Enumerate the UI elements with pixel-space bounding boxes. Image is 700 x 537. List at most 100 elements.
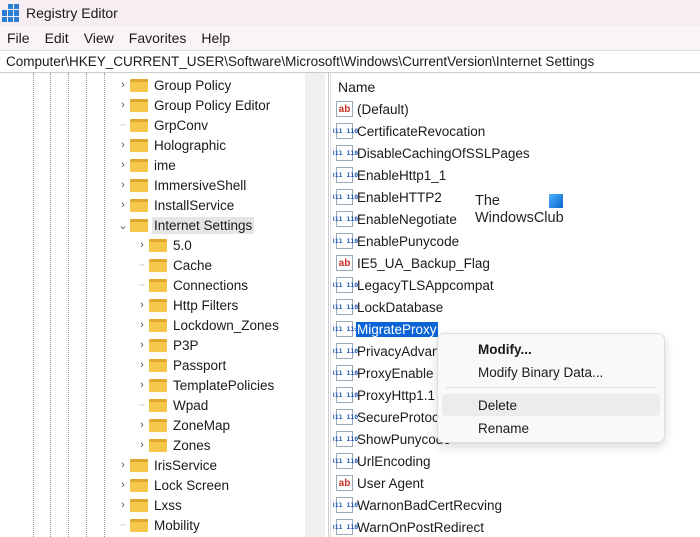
chevron-right-icon[interactable]: › — [118, 479, 128, 491]
chevron-right-icon[interactable]: › — [137, 439, 147, 451]
value-row[interactable]: ab User Agent — [336, 473, 425, 493]
tree-item[interactable]: ⌄ Internet Settings — [118, 215, 255, 235]
tree-item[interactable]: › InstallService — [118, 195, 236, 215]
value-row[interactable]: 011 110 EnablePunycode — [333, 231, 460, 251]
chevron-right-icon[interactable]: › — [118, 499, 128, 511]
value-row[interactable]: 011 110 MigrateProxy — [333, 319, 439, 339]
chevron-right-icon[interactable]: › — [137, 339, 147, 351]
tree-item[interactable]: › Group Policy Editor — [118, 95, 272, 115]
chevron-right-icon[interactable]: › — [137, 359, 147, 371]
menu-item-modify[interactable]: Modify... — [442, 338, 660, 360]
tree-item-label: Lxss — [154, 497, 182, 513]
folder-icon — [149, 258, 167, 272]
tree-item[interactable]: › ZoneMap — [137, 415, 232, 435]
value-name: WarnOnPostRedirect — [357, 519, 485, 535]
tree-item[interactable]: › Lockdown_Zones — [137, 315, 281, 335]
value-name: ProxyHttp1.1 — [357, 387, 436, 403]
value-row[interactable]: 011 110 EnableHTTP2 — [333, 187, 443, 207]
tree-item[interactable]: ┄ Cache — [137, 255, 214, 275]
binary-value-icon: 011 110 — [333, 321, 358, 337]
tree-item[interactable]: ┄ GrpConv — [118, 115, 210, 135]
menu-item-modify-binary-data[interactable]: Modify Binary Data... — [442, 361, 660, 383]
menu-help[interactable]: Help — [201, 30, 230, 46]
tree-item[interactable]: › ime — [118, 155, 178, 175]
watermark-line2: WindowsClub — [475, 210, 564, 226]
chevron-right-icon[interactable]: › — [118, 139, 128, 151]
tree-item[interactable]: › Passport — [137, 355, 228, 375]
chevron-right-icon[interactable]: › — [137, 379, 147, 391]
tree-item[interactable]: › Lxss — [118, 495, 184, 515]
value-name: LockDatabase — [357, 299, 444, 315]
value-row[interactable]: 011 110 DisableCachingOfSSLPages — [333, 143, 531, 163]
folder-icon — [130, 78, 148, 92]
tree-item-label: Group Policy — [154, 77, 232, 93]
tree-item[interactable]: ┄ Mobility — [118, 515, 202, 535]
tree-item[interactable]: › P3P — [137, 335, 201, 355]
chevron-right-icon[interactable]: › — [137, 419, 147, 431]
chevron-right-icon[interactable]: › — [118, 99, 128, 111]
tree-item-label: P3P — [173, 337, 199, 353]
value-row[interactable]: 011 110 CertificateRevocation — [333, 121, 486, 141]
column-header-name[interactable]: Name — [338, 79, 375, 95]
menu-favorites[interactable]: Favorites — [129, 30, 187, 46]
chevron-right-icon[interactable]: › — [118, 179, 128, 191]
tree-item[interactable]: › Holographic — [118, 135, 228, 155]
binary-value-icon: 011 110 — [333, 497, 358, 513]
folder-icon — [130, 158, 148, 172]
value-row[interactable]: 011 110 UrlEncoding — [333, 451, 432, 471]
tree-item[interactable]: › Group Policy — [118, 75, 233, 95]
binary-value-icon: 011 110 — [333, 123, 358, 139]
menu-item-delete[interactable]: Delete — [442, 394, 660, 416]
folder-icon — [149, 378, 167, 392]
folder-icon — [130, 518, 148, 532]
chevron-right-icon[interactable]: › — [118, 159, 128, 171]
chevron-down-icon[interactable]: ⌄ — [118, 219, 128, 232]
value-row[interactable]: 011 110 EnableNegotiate — [333, 209, 458, 229]
chevron-right-icon[interactable]: › — [118, 199, 128, 211]
value-row[interactable]: ab IE5_UA_Backup_Flag — [336, 253, 491, 273]
tree-scrollbar[interactable] — [305, 73, 325, 537]
chevron-right-icon[interactable]: › — [137, 299, 147, 311]
menu-edit[interactable]: Edit — [45, 30, 69, 46]
chevron-right-icon[interactable]: › — [118, 79, 128, 91]
value-row[interactable]: ab (Default) — [336, 99, 410, 119]
pane-splitter[interactable] — [328, 73, 331, 537]
tree-item[interactable]: › IrisService — [118, 455, 219, 475]
tree-item[interactable]: › Http Filters — [137, 295, 240, 315]
tree-item[interactable]: › ImmersiveShell — [118, 175, 248, 195]
menu-file[interactable]: File — [7, 30, 30, 46]
value-row[interactable]: 011 110 ProxyHttp1.1 — [333, 385, 436, 405]
tree-item-label: Lockdown_Zones — [173, 317, 279, 333]
tree-item-label: Cache — [173, 257, 213, 273]
value-row[interactable]: 011 110 WarnOnPostRedirect — [333, 517, 485, 537]
menu-view[interactable]: View — [84, 30, 114, 46]
tree-item[interactable]: › 5.0 — [137, 235, 194, 255]
tree-item[interactable]: › TemplatePolicies — [137, 375, 276, 395]
value-row[interactable]: 011 110 LockDatabase — [333, 297, 444, 317]
value-name: EnablePunycode — [357, 233, 460, 249]
folder-icon — [130, 198, 148, 212]
value-name: EnableHttp1_1 — [357, 167, 447, 183]
tree-item[interactable]: ┄ Wpad — [137, 395, 210, 415]
tree-item[interactable]: › Zones — [137, 435, 213, 455]
menu-item-rename[interactable]: Rename — [442, 417, 660, 439]
address-bar[interactable]: Computer\HKEY_CURRENT_USER\Software\Micr… — [0, 50, 700, 73]
value-row[interactable]: 011 110 ShowPunycode — [333, 429, 452, 449]
folder-icon — [149, 438, 167, 452]
binary-value-icon: 011 110 — [333, 387, 358, 403]
chevron-right-icon[interactable]: › — [137, 239, 147, 251]
value-row[interactable]: 011 110 ProxyEnable — [333, 363, 435, 383]
value-row[interactable]: 011 110 EnableHttp1_1 — [333, 165, 447, 185]
folder-icon — [130, 478, 148, 492]
value-row[interactable]: 011 110 LegacyTLSAppcompat — [333, 275, 495, 295]
tree-item[interactable]: ┄ Connections — [137, 275, 250, 295]
value-row[interactable]: 011 110 WarnonBadCertRecving — [333, 495, 503, 515]
value-name: MigrateProxy — [355, 320, 439, 338]
chevron-right-icon[interactable]: › — [118, 459, 128, 471]
tree-item-label: 5.0 — [173, 237, 192, 253]
chevron-right-icon[interactable]: › — [137, 319, 147, 331]
folder-icon — [130, 498, 148, 512]
binary-value-icon: 011 110 — [333, 409, 358, 425]
tree-item-label: Zones — [173, 437, 211, 453]
tree-item[interactable]: › Lock Screen — [118, 475, 231, 495]
